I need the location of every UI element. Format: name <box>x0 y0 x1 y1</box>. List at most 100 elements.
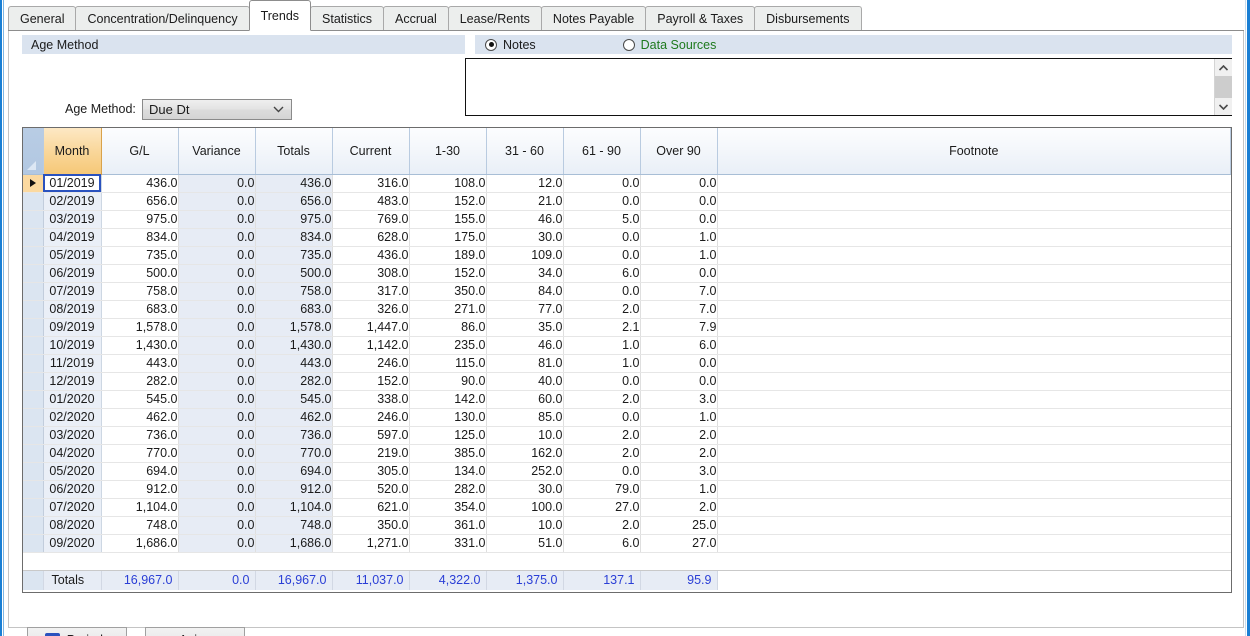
cell-gl[interactable]: 834.0 <box>101 228 178 246</box>
table-row[interactable]: 08/2020748.00.0748.0350.0361.010.02.025.… <box>23 516 1231 534</box>
radio-data-sources-dot[interactable] <box>623 39 635 51</box>
row-selector-cell[interactable] <box>23 264 43 282</box>
row-selector-cell[interactable] <box>23 408 43 426</box>
column-header-variance[interactable]: Variance <box>178 128 255 174</box>
cell-gl[interactable]: 656.0 <box>101 192 178 210</box>
cell-d61_90[interactable]: 0.0 <box>563 246 640 264</box>
cell-current[interactable]: 436.0 <box>332 246 409 264</box>
column-header-month[interactable]: Month <box>43 128 101 174</box>
cell-current[interactable]: 246.0 <box>332 408 409 426</box>
row-selector-cell[interactable] <box>23 282 43 300</box>
cell-footnote[interactable] <box>717 300 1231 318</box>
table-row[interactable]: 10/20191,430.00.01,430.01,142.0235.046.0… <box>23 336 1231 354</box>
row-selector-cell[interactable] <box>23 300 43 318</box>
cell-gl[interactable]: 1,686.0 <box>101 534 178 552</box>
cell-totals[interactable]: 683.0 <box>255 300 332 318</box>
cell-d1_30[interactable]: 134.0 <box>409 462 486 480</box>
cell-totals[interactable]: 443.0 <box>255 354 332 372</box>
row-selector-cell[interactable] <box>23 480 43 498</box>
cell-d31_60[interactable]: 109.0 <box>486 246 563 264</box>
cell-current[interactable]: 483.0 <box>332 192 409 210</box>
cell-d61_90[interactable]: 0.0 <box>563 408 640 426</box>
cell-d1_30[interactable]: 331.0 <box>409 534 486 552</box>
cell-variance[interactable]: 0.0 <box>178 300 255 318</box>
cell-footnote[interactable] <box>717 372 1231 390</box>
cell-d31_60[interactable]: 10.0 <box>486 426 563 444</box>
table-row[interactable]: 01/2019436.00.0436.0316.0108.012.00.00.0 <box>23 174 1231 192</box>
cell-gl[interactable]: 748.0 <box>101 516 178 534</box>
row-selector-cell[interactable] <box>23 444 43 462</box>
cell-over90[interactable]: 0.0 <box>640 174 717 192</box>
cell-d61_90[interactable]: 1.0 <box>563 336 640 354</box>
cell-month[interactable]: 03/2020 <box>43 426 101 444</box>
cell-d1_30[interactable]: 385.0 <box>409 444 486 462</box>
cell-gl[interactable]: 758.0 <box>101 282 178 300</box>
cell-footnote[interactable] <box>717 480 1231 498</box>
cell-d61_90[interactable]: 2.0 <box>563 516 640 534</box>
cell-totals[interactable]: 656.0 <box>255 192 332 210</box>
cell-totals[interactable]: 758.0 <box>255 282 332 300</box>
cell-current[interactable]: 308.0 <box>332 264 409 282</box>
row-selector-cell[interactable] <box>23 426 43 444</box>
cell-over90[interactable]: 3.0 <box>640 462 717 480</box>
cell-variance[interactable]: 0.0 <box>178 174 255 192</box>
cell-totals[interactable]: 735.0 <box>255 246 332 264</box>
tab-notes-payable[interactable]: Notes Payable <box>541 6 646 31</box>
table-row[interactable]: 04/2020770.00.0770.0219.0385.0162.02.02.… <box>23 444 1231 462</box>
cell-gl[interactable]: 436.0 <box>101 174 178 192</box>
cell-over90[interactable]: 7.0 <box>640 300 717 318</box>
table-row[interactable]: 07/20201,104.00.01,104.0621.0354.0100.02… <box>23 498 1231 516</box>
table-row[interactable]: 01/2020545.00.0545.0338.0142.060.02.03.0 <box>23 390 1231 408</box>
cell-d31_60[interactable]: 40.0 <box>486 372 563 390</box>
cell-variance[interactable]: 0.0 <box>178 372 255 390</box>
cell-footnote[interactable] <box>717 318 1231 336</box>
table-row[interactable]: 11/2019443.00.0443.0246.0115.081.01.00.0 <box>23 354 1231 372</box>
cell-totals[interactable]: 834.0 <box>255 228 332 246</box>
column-header-totals[interactable]: Totals <box>255 128 332 174</box>
cell-footnote[interactable] <box>717 228 1231 246</box>
table-row[interactable]: 07/2019758.00.0758.0317.0350.084.00.07.0 <box>23 282 1231 300</box>
cell-d61_90[interactable]: 5.0 <box>563 210 640 228</box>
cell-gl[interactable]: 443.0 <box>101 354 178 372</box>
tab-lease-rents[interactable]: Lease/Rents <box>448 6 542 31</box>
cell-gl[interactable]: 282.0 <box>101 372 178 390</box>
cell-totals[interactable]: 1,430.0 <box>255 336 332 354</box>
cell-d1_30[interactable]: 86.0 <box>409 318 486 336</box>
row-selector-cell[interactable] <box>23 534 43 552</box>
cell-over90[interactable]: 1.0 <box>640 246 717 264</box>
cell-d1_30[interactable]: 350.0 <box>409 282 486 300</box>
cell-over90[interactable]: 0.0 <box>640 372 717 390</box>
cell-current[interactable]: 520.0 <box>332 480 409 498</box>
cell-footnote[interactable] <box>717 444 1231 462</box>
cell-totals[interactable]: 694.0 <box>255 462 332 480</box>
cell-d31_60[interactable]: 81.0 <box>486 354 563 372</box>
cell-totals[interactable]: 545.0 <box>255 390 332 408</box>
cell-over90[interactable]: 0.0 <box>640 192 717 210</box>
cell-d61_90[interactable]: 2.0 <box>563 300 640 318</box>
tab-concentration-delinquency[interactable]: Concentration/Delinquency <box>75 6 249 31</box>
cell-footnote[interactable] <box>717 498 1231 516</box>
row-selector-cell[interactable] <box>23 462 43 480</box>
table-row[interactable]: 03/2020736.00.0736.0597.0125.010.02.02.0 <box>23 426 1231 444</box>
cell-month[interactable]: 06/2020 <box>43 480 101 498</box>
column-header-selector[interactable] <box>23 128 43 174</box>
cell-d31_60[interactable]: 30.0 <box>486 228 563 246</box>
cell-current[interactable]: 338.0 <box>332 390 409 408</box>
cell-d31_60[interactable]: 85.0 <box>486 408 563 426</box>
table-row[interactable]: 04/2019834.00.0834.0628.0175.030.00.01.0 <box>23 228 1231 246</box>
cell-month[interactable]: 04/2020 <box>43 444 101 462</box>
cell-d1_30[interactable]: 155.0 <box>409 210 486 228</box>
cell-footnote[interactable] <box>717 354 1231 372</box>
cell-variance[interactable]: 0.0 <box>178 318 255 336</box>
cell-d1_30[interactable]: 175.0 <box>409 228 486 246</box>
cell-over90[interactable]: 2.0 <box>640 498 717 516</box>
scroll-up-icon[interactable] <box>1215 59 1232 76</box>
table-row[interactable]: 05/2019735.00.0735.0436.0189.0109.00.01.… <box>23 246 1231 264</box>
cell-over90[interactable]: 0.0 <box>640 210 717 228</box>
cell-d1_30[interactable]: 235.0 <box>409 336 486 354</box>
cell-gl[interactable]: 683.0 <box>101 300 178 318</box>
cell-over90[interactable]: 2.0 <box>640 444 717 462</box>
tab-accrual[interactable]: Accrual <box>383 6 449 31</box>
cell-d61_90[interactable]: 0.0 <box>563 372 640 390</box>
cell-footnote[interactable] <box>717 174 1231 192</box>
